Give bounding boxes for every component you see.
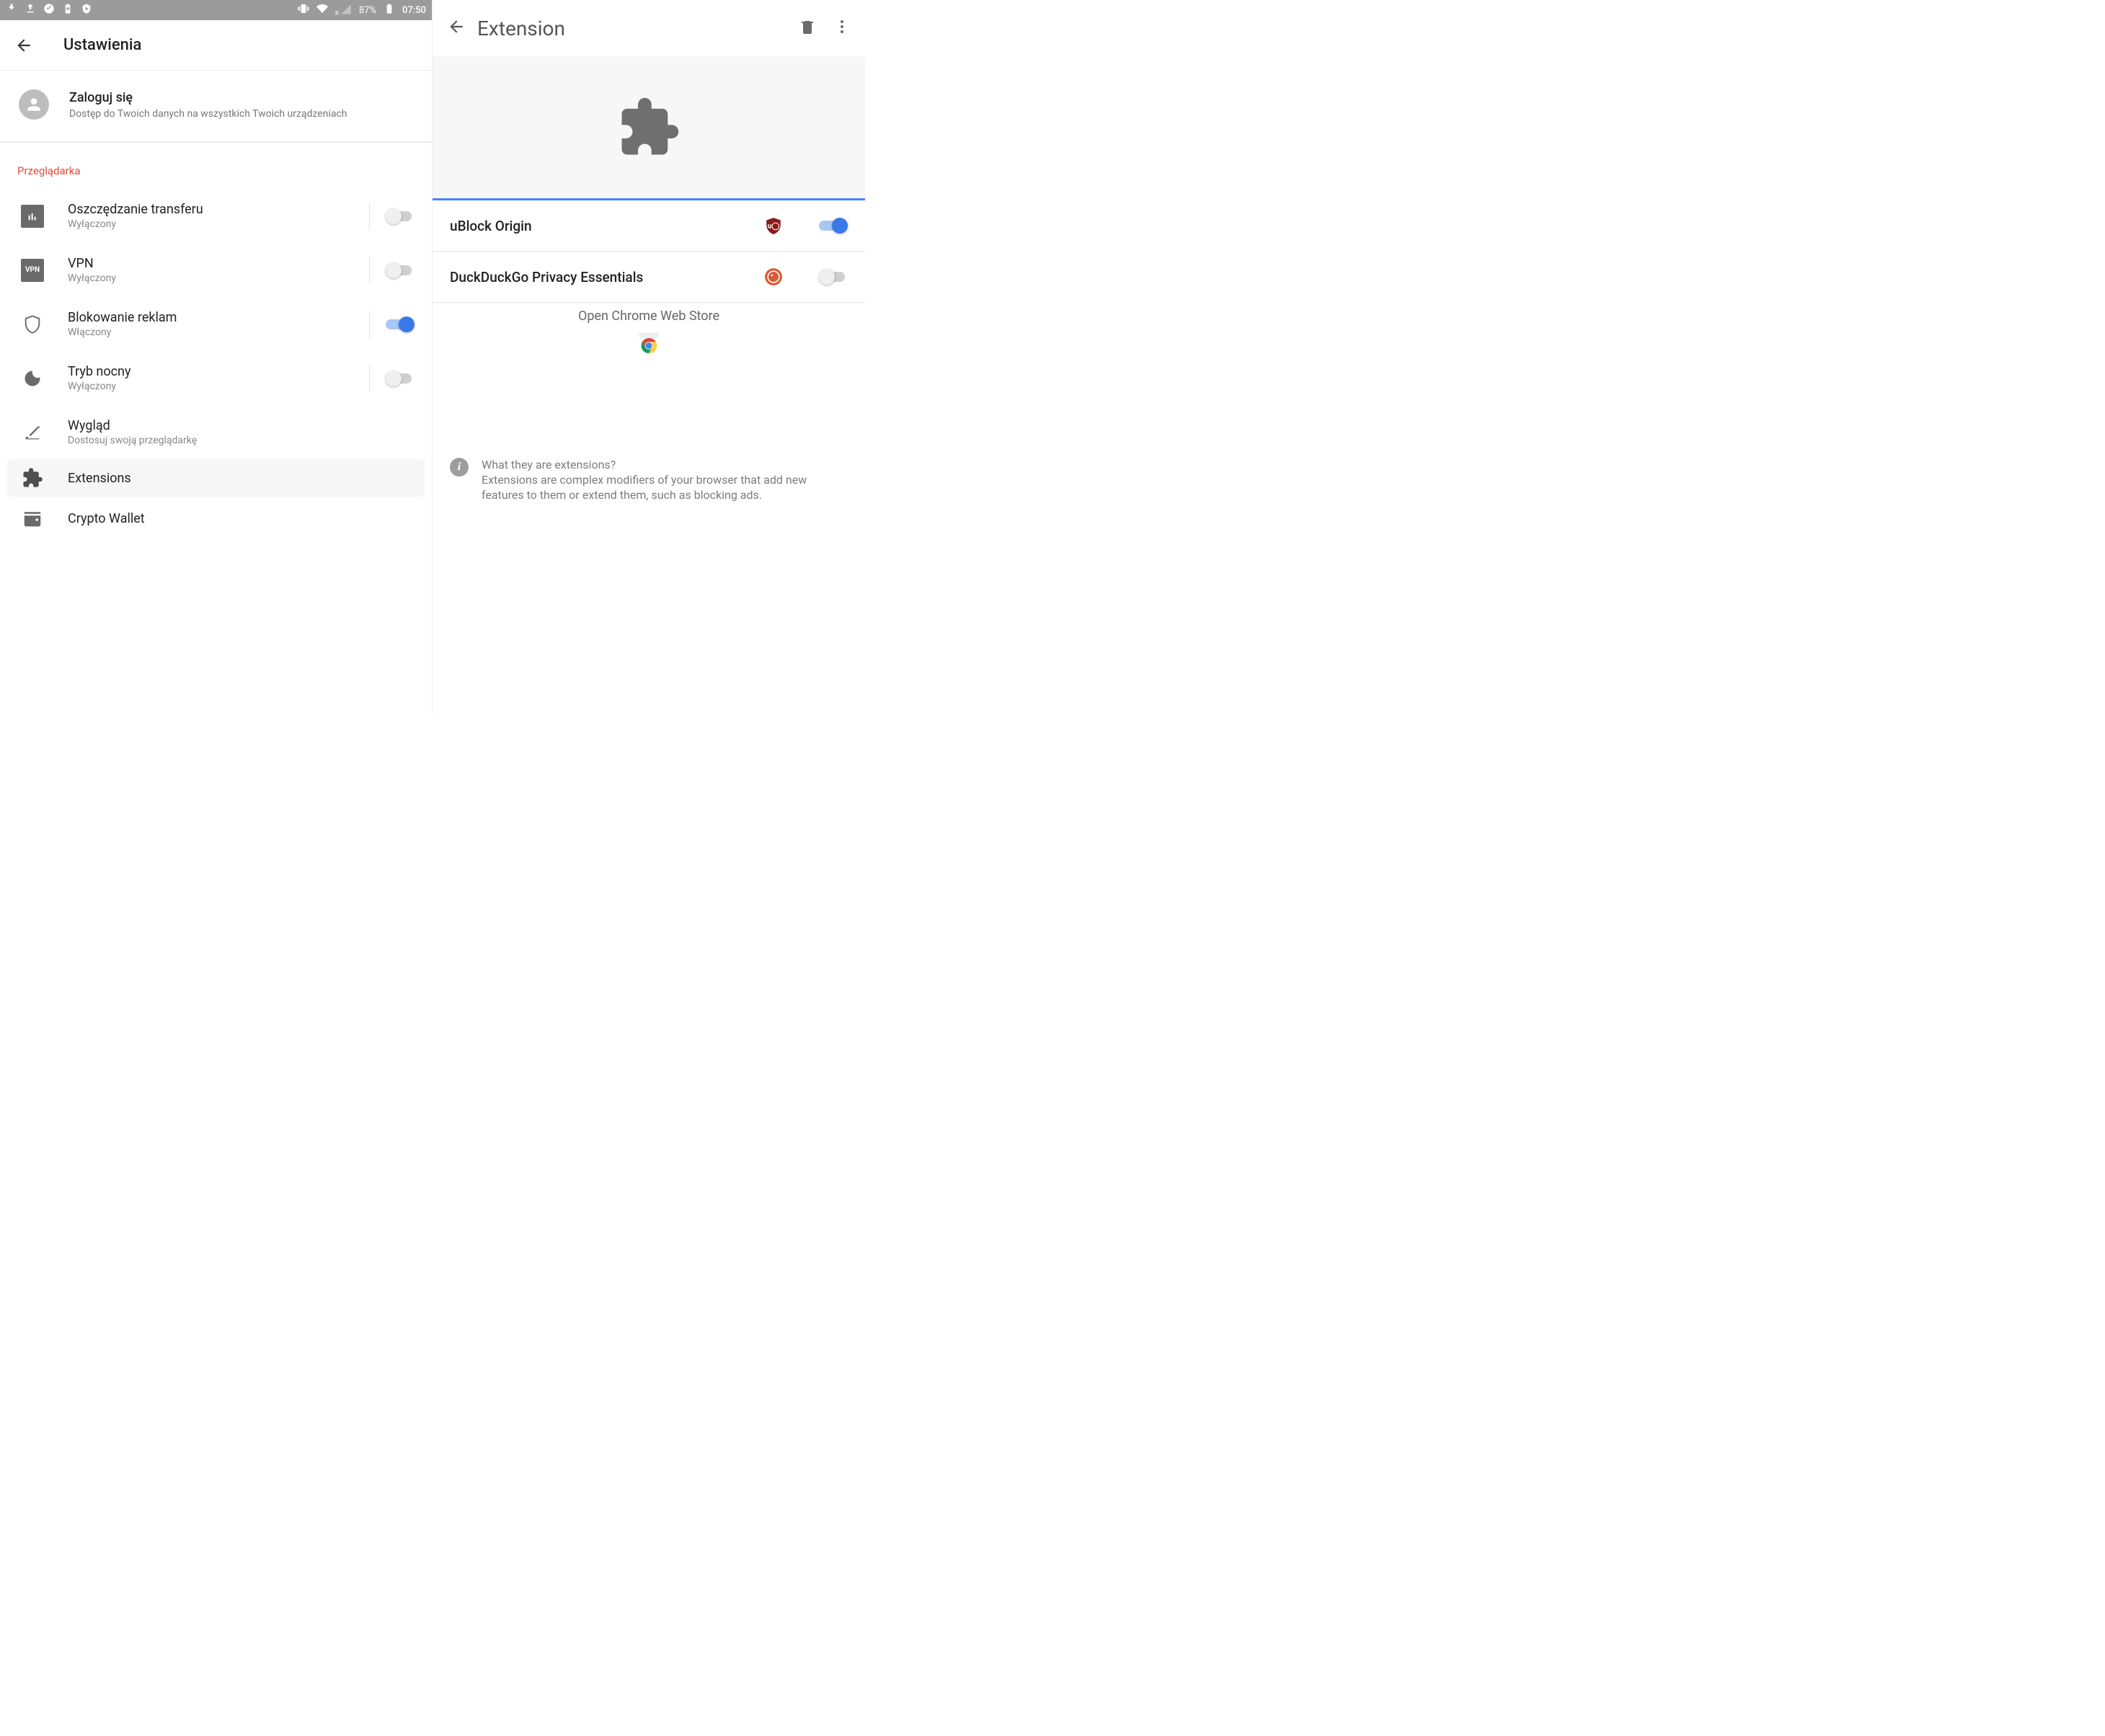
signal-icon: R <box>335 4 352 17</box>
ublock-icon: u◯ <box>764 216 783 235</box>
setting-extensions[interactable]: Extensions <box>7 459 425 497</box>
back-button[interactable] <box>14 31 43 60</box>
login-subtitle: Dostęp do Twoich danych na wszystkich Tw… <box>69 108 347 120</box>
page-title: Ustawienia <box>63 36 141 54</box>
download-done-icon <box>6 3 17 17</box>
extension-ddg[interactable]: DuckDuckGo Privacy Essentials <box>433 252 865 303</box>
wallet-icon <box>21 507 44 530</box>
setting-nightmode[interactable]: Tryb nocny Wyłączony <box>0 351 432 405</box>
battery-plus-icon <box>62 3 74 17</box>
extension-name: DuckDuckGo Privacy Essentials <box>450 269 764 285</box>
duckduckgo-icon <box>764 267 783 286</box>
info-question: What they are extensions? <box>482 458 848 473</box>
divider <box>369 311 370 338</box>
setting-title: Blokowanie reklam <box>68 310 353 325</box>
setting-title: Tryb nocny <box>68 364 353 379</box>
avatar-icon <box>19 89 49 120</box>
battery-icon <box>384 3 395 17</box>
check-circle-icon <box>43 3 55 17</box>
screen-settings: R 87% 07:50 Ustawienia Zaloguj się Dostę… <box>0 0 433 714</box>
screen-extensions: Extension uBlock Origin u◯ DuckDuckGo Pr… <box>433 0 865 714</box>
chrome-webstore-link[interactable]: Open Chrome Web Store <box>433 303 865 366</box>
svg-text:u◯: u◯ <box>768 222 779 230</box>
setting-subtitle: Wyłączony <box>68 218 353 230</box>
divider <box>369 365 370 392</box>
data-saver-icon <box>21 205 44 228</box>
extension-banner <box>433 56 865 200</box>
clock-time: 07:50 <box>402 5 426 16</box>
vibrate-icon <box>298 3 309 17</box>
paint-icon <box>21 421 44 444</box>
data-saver-toggle[interactable] <box>386 208 415 225</box>
delete-button[interactable] <box>799 18 816 38</box>
divider <box>369 203 370 230</box>
chrome-icon <box>634 328 663 357</box>
setting-subtitle: Włączony <box>68 327 353 338</box>
webstore-label: Open Chrome Web Store <box>433 309 865 324</box>
setting-adblock[interactable]: Blokowanie reklam Włączony <box>0 297 432 351</box>
setting-data-saver[interactable]: Oszczędzanie transferu Wyłączony <box>0 189 432 243</box>
info-block: i What they are extensions? Extensions a… <box>433 445 865 515</box>
login-row[interactable]: Zaloguj się Dostęp do Twoich danych na w… <box>0 71 432 143</box>
nightmode-toggle[interactable] <box>386 370 415 387</box>
setting-title: Extensions <box>68 471 407 486</box>
setting-title: Oszczędzanie transferu <box>68 202 353 217</box>
setting-subtitle: Dostosuj swoją przeglądarkę <box>68 435 415 446</box>
extension-name: uBlock Origin <box>450 218 764 234</box>
puzzle-icon <box>616 95 681 160</box>
section-browser: Przeglądarka <box>0 143 432 189</box>
setting-title: Crypto Wallet <box>68 511 415 526</box>
play-shield-icon <box>81 3 92 17</box>
vpn-icon: VPN <box>21 259 44 282</box>
setting-subtitle: Wyłączony <box>68 273 353 284</box>
extensions-header: Extension <box>433 0 865 56</box>
extension-ublock[interactable]: uBlock Origin u◯ <box>433 200 865 252</box>
vpn-toggle[interactable] <box>386 262 415 279</box>
setting-subtitle: Wyłączony <box>68 381 353 392</box>
statusbar: R 87% 07:50 <box>0 0 432 20</box>
shield-icon <box>21 313 44 336</box>
back-button[interactable] <box>447 17 466 39</box>
upload-icon <box>25 3 36 17</box>
page-title: Extension <box>477 17 565 40</box>
puzzle-icon <box>21 466 44 490</box>
settings-header: Ustawienia <box>0 20 432 71</box>
ublock-toggle[interactable] <box>819 217 848 234</box>
login-title: Zaloguj się <box>69 90 347 105</box>
divider <box>369 257 370 284</box>
battery-percent: 87% <box>359 5 376 16</box>
setting-appearance[interactable]: Wygląd Dostosuj swoją przeglądarkę <box>0 405 432 459</box>
setting-crypto-wallet[interactable]: Crypto Wallet <box>0 497 432 540</box>
setting-title: VPN <box>68 256 353 271</box>
moon-icon <box>21 367 44 390</box>
wifi-icon <box>316 3 328 17</box>
adblock-toggle[interactable] <box>386 316 415 333</box>
setting-vpn[interactable]: VPN VPN Wyłączony <box>0 243 432 297</box>
info-body: Extensions are complex modifiers of your… <box>482 473 848 503</box>
more-menu-button[interactable] <box>833 18 851 38</box>
setting-title: Wygląd <box>68 418 415 433</box>
ddg-toggle[interactable] <box>819 268 848 285</box>
info-icon: i <box>450 458 469 477</box>
